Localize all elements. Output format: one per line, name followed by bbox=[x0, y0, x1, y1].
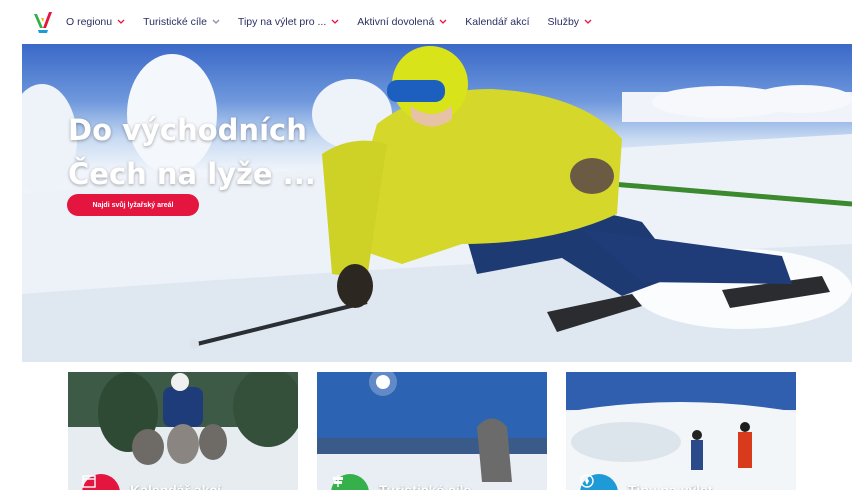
card-kalendar-akci[interactable]: Kalendář akcí bbox=[68, 372, 298, 490]
winter-hiking-photo bbox=[566, 372, 796, 490]
menu-label: Služby bbox=[547, 16, 580, 28]
dog-sled-photo bbox=[68, 372, 298, 490]
chevron-down-icon bbox=[439, 19, 447, 24]
menu-label: Kalendář akcí bbox=[465, 16, 530, 28]
menu-aktivni-dovolena[interactable]: Aktivní dovolená bbox=[357, 16, 447, 28]
menu-label: Tipy na výlet pro ... bbox=[237, 16, 327, 28]
main-menu: O regionu Turistické cíle Tipy na výlet … bbox=[66, 0, 610, 44]
menu-label: Aktivní dovolená bbox=[357, 16, 435, 28]
menu-o-regionu[interactable]: O regionu bbox=[66, 16, 125, 28]
card-label: Kalendář akcí bbox=[130, 482, 222, 490]
menu-kalendar-akci[interactable]: Kalendář akcí bbox=[465, 16, 529, 28]
chevron-down-icon bbox=[117, 19, 125, 24]
card-label: Turistické cíle bbox=[379, 482, 472, 490]
chevron-down-icon bbox=[212, 19, 220, 24]
hero-title-line2: Čech na lyže ... bbox=[68, 157, 316, 191]
top-navigation: O regionu Turistické cíle Tipy na výlet … bbox=[0, 0, 852, 44]
find-ski-resort-button[interactable]: Najdi svůj lyžařský areál bbox=[67, 194, 199, 216]
menu-turisticke-cile[interactable]: Turistické cíle bbox=[143, 16, 220, 28]
mountain-view-photo bbox=[317, 372, 547, 490]
menu-label: O regionu bbox=[66, 16, 113, 28]
chevron-down-icon bbox=[584, 19, 592, 24]
hero-title-line1: Do východních bbox=[68, 113, 307, 147]
card-turisticke-cile[interactable]: Turistické cíle bbox=[317, 372, 547, 490]
card-label: Tipy na výlet bbox=[628, 482, 713, 490]
menu-tipy-na-vylet[interactable]: Tipy na výlet pro ... bbox=[238, 16, 339, 28]
region-logo[interactable] bbox=[32, 10, 54, 34]
menu-label: Turistické cíle bbox=[143, 16, 207, 28]
menu-sluzby[interactable]: Služby bbox=[548, 16, 593, 28]
chevron-down-icon bbox=[331, 19, 339, 24]
card-tipy-na-vylet[interactable]: Tipy na výlet bbox=[566, 372, 796, 490]
hero-title: Do východních Čech na lyže ... bbox=[68, 108, 316, 196]
hero-banner: Do východních Čech na lyže ... Najdi svů… bbox=[22, 44, 852, 362]
